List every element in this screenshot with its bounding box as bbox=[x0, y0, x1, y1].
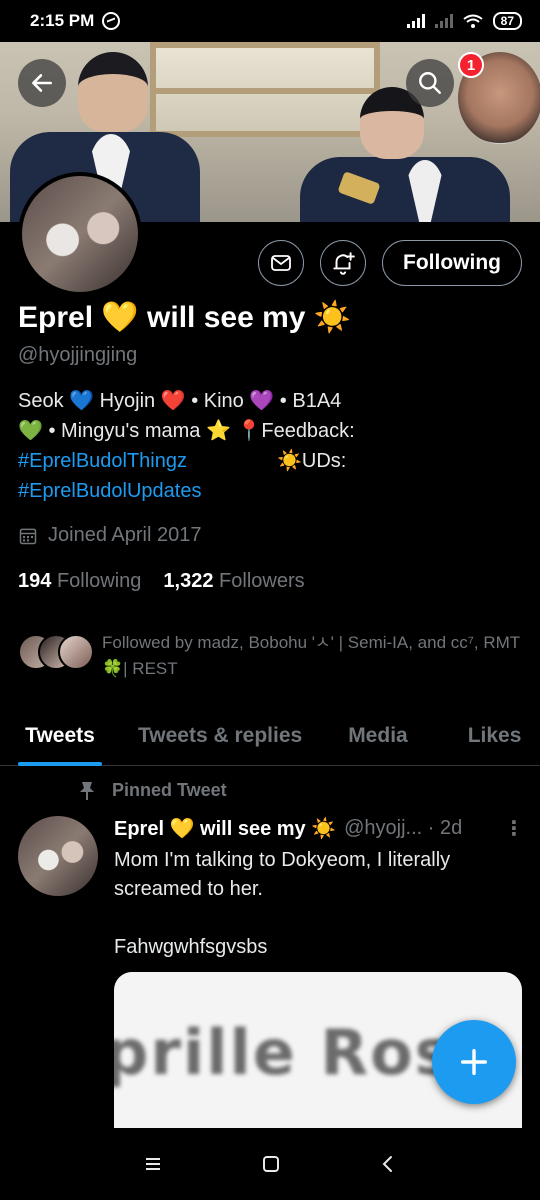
home-square-icon[interactable] bbox=[262, 1155, 280, 1173]
notify-button[interactable] bbox=[320, 240, 367, 286]
tweet-avatar[interactable] bbox=[18, 816, 98, 896]
followers-label: Followers bbox=[219, 570, 305, 592]
tweet-handle-time: @hyojj... · 2d bbox=[344, 817, 463, 839]
notification-badge: 1 bbox=[458, 52, 484, 78]
status-bar: 2:15 PM 87 bbox=[0, 0, 540, 42]
tab-label: Likes bbox=[467, 724, 522, 747]
banner-person bbox=[78, 52, 148, 132]
following-button[interactable]: Following bbox=[382, 240, 522, 286]
tweet-text[interactable]: Mom I'm talking to Dokyeom, I literally … bbox=[114, 846, 524, 962]
followed-by-text: Followed by madz, Bobohu 'ㅅ' | Semi-IA, … bbox=[102, 633, 520, 678]
calendar-icon bbox=[19, 528, 37, 544]
tab-label: Tweets & replies bbox=[138, 724, 303, 747]
profile-actions: Following bbox=[258, 240, 522, 286]
envelope-icon bbox=[271, 255, 291, 271]
arrow-left-icon bbox=[32, 74, 52, 92]
hashtag-link[interactable]: #EprelBudolUpdates bbox=[18, 480, 201, 502]
tab-tweets-replies[interactable]: Tweets & replies bbox=[138, 706, 302, 766]
tab-label: Media bbox=[348, 724, 408, 747]
back-chevron-icon[interactable] bbox=[380, 1155, 396, 1173]
battery-indicator: 87 bbox=[492, 12, 522, 30]
bell-plus-icon bbox=[333, 252, 355, 275]
plus-icon bbox=[460, 1048, 488, 1076]
joined-date: Joined April 2017 bbox=[18, 524, 201, 547]
followed-by-avatars bbox=[18, 634, 94, 674]
wifi-icon bbox=[463, 14, 483, 28]
signal-icon bbox=[406, 14, 425, 28]
signal-2-icon bbox=[434, 14, 453, 28]
followers-count: 1,322 bbox=[163, 570, 214, 592]
pin-icon bbox=[80, 781, 94, 800]
tweet-author[interactable]: Eprel 💛 will see my ☀️ bbox=[114, 816, 336, 841]
followed-by[interactable]: Followed by madz, Bobohu 'ㅅ' | Semi-IA, … bbox=[18, 630, 522, 682]
status-time-group: 2:15 PM bbox=[30, 11, 121, 31]
follow-counts: 194 Following 1,322 Followers bbox=[18, 570, 305, 593]
banner-person bbox=[300, 157, 510, 222]
profile-avatar[interactable] bbox=[18, 172, 142, 296]
mini-avatar bbox=[58, 634, 94, 670]
profile-tabs: Tweets Tweets & replies Media Likes bbox=[0, 706, 540, 766]
search-icon bbox=[419, 72, 441, 94]
bio-uds: ☀️UDs: bbox=[277, 450, 347, 472]
compose-tweet-button[interactable] bbox=[432, 1020, 516, 1104]
tab-media[interactable]: Media bbox=[348, 706, 408, 766]
tab-label: Tweets bbox=[25, 724, 95, 747]
tab-likes[interactable]: Likes bbox=[468, 706, 522, 766]
search-button[interactable] bbox=[406, 59, 454, 107]
profile-handle: @hyojjingjing bbox=[18, 344, 138, 366]
bio-line: #EprelBudolThingz ☀️UDs: bbox=[18, 446, 528, 476]
status-icons: 87 bbox=[406, 12, 522, 30]
status-time: 2:15 PM bbox=[30, 11, 95, 30]
system-nav-bar bbox=[0, 1128, 540, 1200]
menu-icon[interactable] bbox=[144, 1156, 162, 1172]
more-options-icon[interactable]: ⋮ bbox=[504, 816, 524, 841]
pinned-label: Pinned Tweet bbox=[112, 780, 227, 800]
messenger-icon bbox=[102, 12, 121, 30]
banner-window bbox=[150, 42, 380, 137]
following-label: Following bbox=[56, 570, 142, 592]
bio-line: 💚 • Mingyu's mama ⭐ 📍Feedback: bbox=[18, 420, 355, 442]
pinned-indicator: Pinned Tweet bbox=[78, 780, 227, 801]
profile-name: Eprel 💛 will see my ☀️ bbox=[18, 301, 352, 334]
following-count-link[interactable]: 194 Following bbox=[18, 570, 141, 593]
bio-line: Seok 💙 Hyojin ❤️ • Kino 💜 • B1A4 bbox=[18, 390, 342, 412]
joined-text: Joined April 2017 bbox=[48, 524, 202, 546]
bio-line: #EprelBudolUpdates bbox=[18, 476, 528, 506]
back-button[interactable] bbox=[18, 59, 66, 107]
tweet-header: Eprel 💛 will see my ☀️ @hyojj... · 2d ⋮ bbox=[114, 816, 524, 841]
hashtag-link[interactable]: #EprelBudolThingz bbox=[18, 446, 187, 476]
following-count: 194 bbox=[18, 570, 52, 592]
tab-tweets[interactable]: Tweets bbox=[18, 706, 102, 766]
profile-bio: Seok 💙 Hyojin ❤️ • Kino 💜 • B1A4 💚 • Min… bbox=[18, 386, 528, 506]
followers-count-link[interactable]: 1,322 Followers bbox=[163, 570, 304, 593]
message-button[interactable] bbox=[258, 240, 305, 286]
